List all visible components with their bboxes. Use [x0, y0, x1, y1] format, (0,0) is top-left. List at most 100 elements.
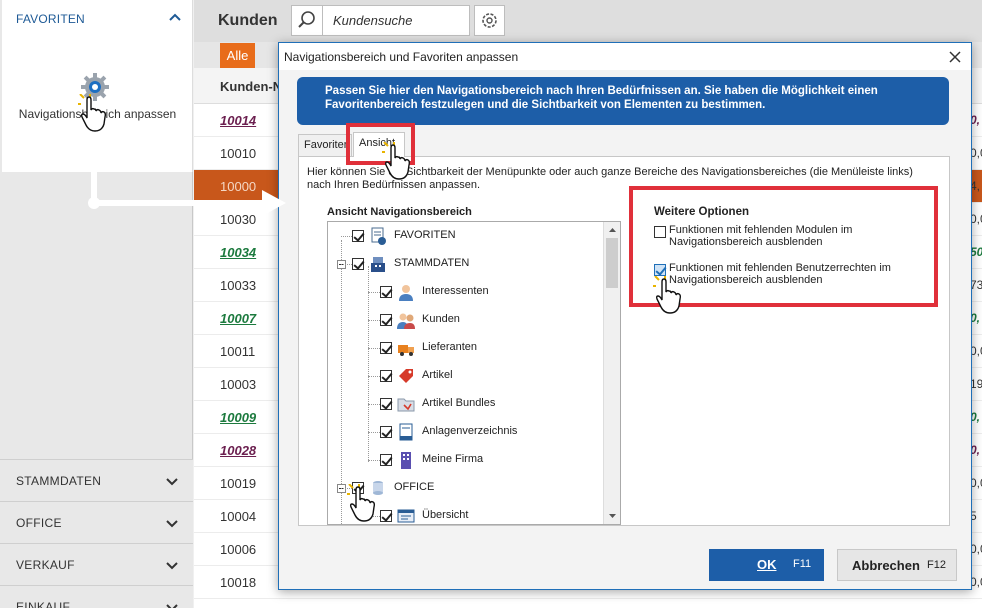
customer-number: 10010	[220, 146, 257, 161]
hand-cursor-icon	[653, 276, 682, 314]
tree-checkbox-checked[interactable]	[380, 398, 392, 410]
search-button[interactable]	[291, 5, 323, 36]
tree-connector	[368, 404, 380, 405]
tree-checkbox-checked[interactable]	[380, 286, 392, 298]
building-icon	[401, 452, 411, 469]
nav-section-label: OFFICE	[16, 516, 62, 530]
scroll-thumb[interactable]	[606, 238, 618, 288]
nav-section-einkauf[interactable]: EINKAUF	[0, 585, 193, 608]
nav-section-label: VERKAUF	[16, 558, 75, 572]
gear-icon	[482, 13, 497, 28]
tree-item-label: Anlagenverzeichnis	[422, 425, 518, 437]
chevron-up-icon[interactable]	[168, 10, 182, 24]
dialog-titlebar: Navigationsbereich und Favoriten anpasse…	[279, 43, 971, 70]
tree-checkbox-checked[interactable]	[380, 370, 392, 382]
people-icon	[397, 313, 415, 329]
tag-icon	[399, 369, 413, 383]
search-icon	[298, 11, 315, 28]
tree-item[interactable]: STAMMDATEN	[328, 252, 600, 276]
close-icon[interactable]	[946, 48, 964, 66]
scroll-up-icon[interactable]	[605, 223, 620, 237]
tree-connector	[341, 236, 352, 237]
customer-number: 10007	[220, 311, 257, 326]
tree-checkbox-checked[interactable]	[380, 454, 392, 466]
customer-number: 10004	[220, 509, 257, 524]
tree-item[interactable]: FAVORITEN	[328, 224, 600, 248]
nav-section-verkauf[interactable]: VERKAUF	[0, 543, 193, 585]
cash-register-icon	[371, 257, 385, 272]
hand-cursor-icon	[78, 94, 107, 132]
truck-icon	[398, 345, 414, 356]
chevron-down-icon	[166, 520, 178, 528]
folder-icon	[397, 398, 415, 412]
scroll-down-icon[interactable]	[605, 509, 620, 523]
tree-item-label: Artikel Bundles	[422, 397, 496, 409]
tree-checkbox-checked[interactable]	[380, 314, 392, 326]
tree-item[interactable]: Artikel	[328, 364, 600, 388]
nav-section-stammdaten[interactable]: STAMMDATEN	[0, 459, 193, 501]
ok-button[interactable]: OK F11	[709, 549, 824, 581]
tree-connector	[368, 432, 380, 433]
chevron-down-icon	[166, 604, 178, 608]
nav-section-office[interactable]: OFFICE	[0, 501, 193, 543]
hand-cursor-icon	[347, 484, 376, 522]
cancel-shortcut: F12	[927, 559, 946, 571]
tree-item[interactable]: Meine Firma	[328, 448, 600, 472]
navigation-tree[interactable]: FAVORITEN STAMMDATEN Interessenten Kunden Li…	[327, 221, 621, 525]
tree-item-label: Übersicht	[422, 509, 469, 521]
navigation-sidebar: FAVORITEN Navigationsbereich anpassen ST…	[0, 0, 193, 608]
tree-scrollbar[interactable]	[603, 222, 620, 524]
customer-number: 10000	[220, 179, 257, 194]
customer-number: 10014	[220, 113, 257, 128]
nav-section-label: EINKAUF	[16, 600, 71, 608]
nav-section-label: STAMMDATEN	[16, 474, 102, 488]
ok-shortcut: F11	[793, 558, 812, 570]
document-icon	[399, 423, 413, 441]
tree-connector	[368, 348, 380, 349]
favorites-panel: FAVORITEN Navigationsbereich anpassen	[2, 0, 193, 172]
customer-search-input[interactable]	[323, 5, 470, 36]
search-settings-button[interactable]	[474, 5, 505, 36]
tree-item-label: Interessenten	[422, 285, 489, 297]
customer-number: 10003	[220, 377, 257, 392]
customers-header: Kunden	[194, 0, 982, 42]
tree-checkbox-checked[interactable]	[352, 230, 364, 242]
tree-item[interactable]: Interessenten	[328, 280, 600, 304]
column-header-customer-number[interactable]: Kunden-N	[220, 79, 282, 94]
hand-cursor-icon	[382, 142, 411, 180]
tree-item-label: Meine Firma	[422, 453, 484, 465]
tree-item[interactable]: Lieferanten	[328, 336, 600, 360]
tree-item[interactable]: Anlagenverzeichnis	[328, 420, 600, 444]
tab-favoriten[interactable]: Favoriten	[298, 134, 352, 156]
person-icon	[399, 285, 413, 301]
tree-connector	[341, 264, 352, 265]
tree-item-label: Kunden	[422, 313, 460, 325]
tree-item-label: OFFICE	[394, 481, 435, 493]
customer-number: 10006	[220, 542, 257, 557]
tree-heading: Ansicht Navigationsbereich	[327, 206, 472, 218]
overview-icon	[397, 509, 415, 523]
chevron-down-icon	[166, 562, 178, 570]
filter-tab-all[interactable]: Alle	[220, 43, 255, 68]
dialog-title: Navigationsbereich und Favoriten anpasse…	[284, 50, 519, 64]
tree-item-label: STAMMDATEN	[394, 257, 470, 269]
tree-checkbox-checked[interactable]	[380, 342, 392, 354]
tree-checkbox-checked[interactable]	[380, 426, 392, 438]
tree-connector	[368, 320, 380, 321]
tree-item[interactable]: Artikel Bundles	[328, 392, 600, 416]
chevron-down-icon	[166, 478, 178, 486]
customer-number: 10033	[220, 278, 257, 293]
ok-label: OK	[757, 557, 777, 572]
cancel-button[interactable]: Abbrechen F12	[837, 549, 957, 581]
cancel-label: Abbrechen	[852, 558, 920, 573]
favorites-title[interactable]: FAVORITEN	[16, 12, 85, 26]
customer-number: 10030	[220, 212, 257, 227]
tree-item[interactable]: Kunden	[328, 308, 600, 332]
tree-checkbox-checked[interactable]	[352, 258, 364, 270]
customer-number: 10018	[220, 575, 257, 590]
tree-connector	[368, 460, 380, 461]
customer-number: 10028	[220, 443, 257, 458]
tree-checkbox-checked[interactable]	[380, 510, 392, 522]
tree-connector	[368, 376, 380, 377]
customer-number: 10034	[220, 245, 257, 260]
